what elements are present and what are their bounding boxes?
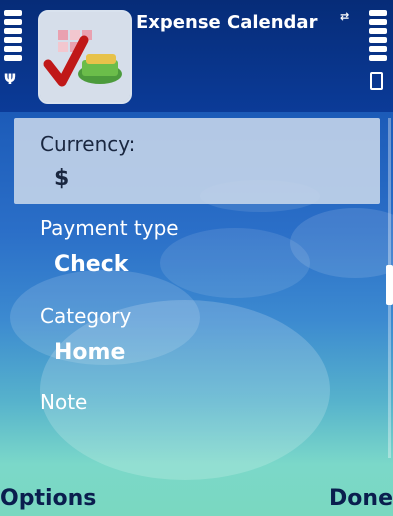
payment-type-label: Payment type: [40, 216, 179, 240]
currency-label: Currency:: [40, 132, 136, 156]
antenna-icon: Ψ: [4, 72, 16, 88]
currency-value: $: [54, 166, 70, 191]
signal-strength-icon: [4, 10, 22, 64]
app-title: Expense Calendar: [136, 12, 318, 33]
category-value: Home: [54, 340, 126, 365]
scrollbar-thumb[interactable]: [386, 265, 393, 305]
options-softkey[interactable]: Options: [0, 486, 96, 511]
category-field[interactable]: Category Home: [14, 294, 380, 380]
battery-level-icon: [369, 10, 387, 64]
phone-screen: Ψ Expense Calendar ⇄ Currency: $ Payment…: [0, 0, 393, 516]
note-label: Note: [40, 390, 88, 414]
network-icon: ⇄: [340, 10, 350, 23]
done-softkey[interactable]: Done: [329, 486, 393, 511]
payment-type-field[interactable]: Payment type Check: [14, 206, 380, 292]
category-label: Category: [40, 304, 132, 328]
app-icon: [38, 10, 132, 104]
app-icon-graphic: [40, 12, 130, 102]
note-field[interactable]: Note: [14, 380, 380, 466]
currency-field[interactable]: Currency: $: [14, 118, 380, 204]
expense-form: Currency: $ Payment type Check Category …: [0, 118, 393, 490]
status-bar: Ψ Expense Calendar ⇄: [0, 0, 393, 112]
payment-type-value: Check: [54, 252, 129, 277]
battery-icon: [370, 72, 383, 90]
